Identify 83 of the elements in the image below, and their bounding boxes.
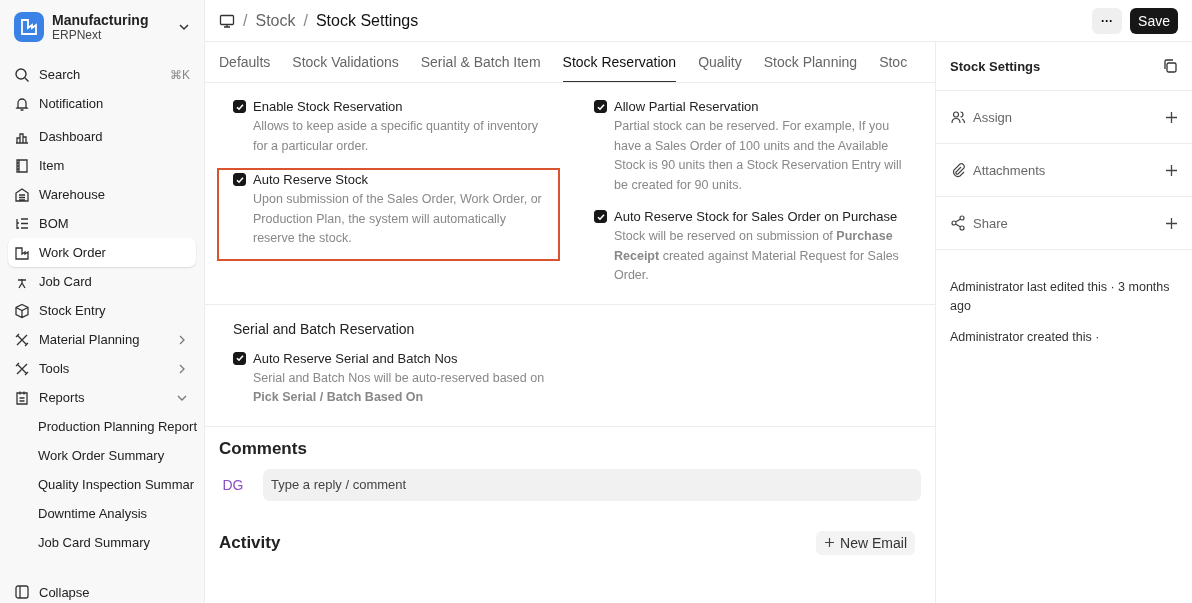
panel-row-label[interactable]: Attachments <box>973 162 1158 178</box>
sidebar-item[interactable]: Dashboard <box>8 122 196 151</box>
list-icon <box>14 215 30 232</box>
tab[interactable]: Stock Reservation <box>562 42 677 82</box>
more-button[interactable]: ··· <box>1092 7 1123 34</box>
plus-icon[interactable] <box>1165 110 1178 124</box>
section-title: Serial and Batch Reservation <box>232 319 416 339</box>
activity-log-entry: Administrator created this · <box>950 329 1101 346</box>
sidebar-item[interactable]: Stock Entry <box>8 296 196 325</box>
box-icon <box>14 302 30 319</box>
sidebar-item[interactable]: Work Order <box>8 238 196 267</box>
tab[interactable]: Serial & Batch Item <box>420 42 541 82</box>
sidebar-item[interactable]: Job Card <box>8 267 196 296</box>
app-subtitle: ERPNext <box>52 28 103 42</box>
sidebar-subitem[interactable]: Downtime Analysis <box>8 499 196 528</box>
app-name: Manufacturing <box>52 12 150 28</box>
field-description: Allows to keep aside a specific quantity of inventory for a particular order. <box>252 118 539 155</box>
report-icon <box>14 389 30 406</box>
search-button[interactable]: Search ⌘K <box>8 60 196 89</box>
checkbox-label: Auto Reserve Stock <box>253 172 368 187</box>
sidebar-item[interactable]: Notification <box>8 89 196 118</box>
comment-field[interactable]: Type a reply / comment <box>263 468 921 501</box>
sidebar-panel-icon <box>14 584 30 600</box>
breadcrumb-separator: / <box>243 11 248 30</box>
activity-log-entry: Administrator last edited this · 3 months ago <box>950 279 1171 315</box>
tab[interactable]: Stock Planning <box>763 42 858 82</box>
checkbox[interactable] <box>233 100 246 113</box>
copy-icon[interactable] <box>1162 58 1178 74</box>
sidebar-item[interactable]: Item <box>8 151 196 180</box>
breadcrumb-link[interactable]: Stock Settings <box>315 11 419 30</box>
sidebar-subitem[interactable]: Job Card Summary <box>8 528 196 557</box>
checkbox[interactable] <box>233 173 246 186</box>
checkbox[interactable] <box>233 351 246 365</box>
sidebar-item[interactable]: Tools <box>8 354 196 383</box>
breadcrumb-link[interactable]: Stock <box>255 11 296 30</box>
panel-row-label[interactable]: Share <box>973 215 1158 231</box>
tab[interactable]: Defaults <box>219 42 271 82</box>
new-email-button[interactable]: New Email <box>816 530 915 555</box>
sidebar-item[interactable]: BOM <box>8 209 196 238</box>
user-avatar: DG <box>221 476 245 493</box>
field-description: Serial and Batch Nos will be auto-reserved based on Pick Serial / Batch Based On <box>252 369 546 406</box>
bell-icon <box>14 95 30 112</box>
panel-title: Stock Settings <box>950 58 1041 74</box>
chevron-down-icon[interactable] <box>178 21 190 33</box>
activity-heading: Activity <box>219 532 281 553</box>
checkbox-label: Allow Partial Reservation <box>614 99 759 114</box>
plus-icon <box>824 537 836 548</box>
app-logo-icon[interactable] <box>14 12 44 42</box>
sidebar-subitem[interactable]: Production Planning Report <box>8 412 196 441</box>
checkbox[interactable] <box>594 100 607 113</box>
sidebar-subitem[interactable]: Work Order Summary <box>8 441 196 470</box>
monitor-icon[interactable] <box>219 12 235 29</box>
tools2-icon <box>14 360 30 377</box>
sidebar-item[interactable]: Reports <box>8 383 196 412</box>
plus-icon[interactable] <box>1165 216 1178 230</box>
tools-icon <box>14 331 30 348</box>
field-description: Stock will be reserved on submission of Purchase Receipt created against Material Request for Sales Order. <box>613 228 900 284</box>
factory-icon <box>14 244 30 261</box>
comments-heading: Comments <box>219 438 308 459</box>
save-button[interactable]: Save <box>1130 7 1178 34</box>
tab[interactable]: Stoc <box>879 42 908 82</box>
checkbox-label: Auto Reserve Serial and Batch Nos <box>253 350 458 366</box>
house-icon <box>14 186 30 203</box>
shortcut-hint: ⌘K <box>170 67 190 82</box>
book-icon <box>14 157 30 174</box>
tab[interactable]: Stock Validations <box>292 42 399 82</box>
field-description: Partial stock can be reserved. For example, If you have a Sales Order of 100 units and the Available Stock is 90 units then a Stock Reservation Entry will be created for 90 units. <box>613 118 903 194</box>
checkbox[interactable] <box>594 210 607 223</box>
tab[interactable]: Quality <box>698 42 742 82</box>
checkbox-label: Enable Stock Reservation <box>253 99 403 114</box>
field-description: Upon submission of the Sales Order, Work Order, or Production Plan, the system will automatically reserve the stock. <box>252 191 543 247</box>
sidebar-subitem[interactable]: Quality Inspection Summar <box>8 470 196 499</box>
sidebar-item[interactable]: Material Planning <box>8 325 196 354</box>
breadcrumb-separator: / <box>303 11 308 30</box>
search-icon <box>14 66 30 83</box>
plus-icon[interactable] <box>1165 163 1178 177</box>
panel-row-label[interactable]: Assign <box>973 109 1158 125</box>
clip-icon <box>950 162 966 178</box>
collapse-button[interactable]: Collapse <box>8 581 196 603</box>
checkbox-label: Auto Reserve Stock for Sales Order on Purchase <box>614 209 898 224</box>
users-icon <box>950 109 966 125</box>
sidebar-item[interactable]: Warehouse <box>8 180 196 209</box>
share-icon <box>950 215 966 231</box>
